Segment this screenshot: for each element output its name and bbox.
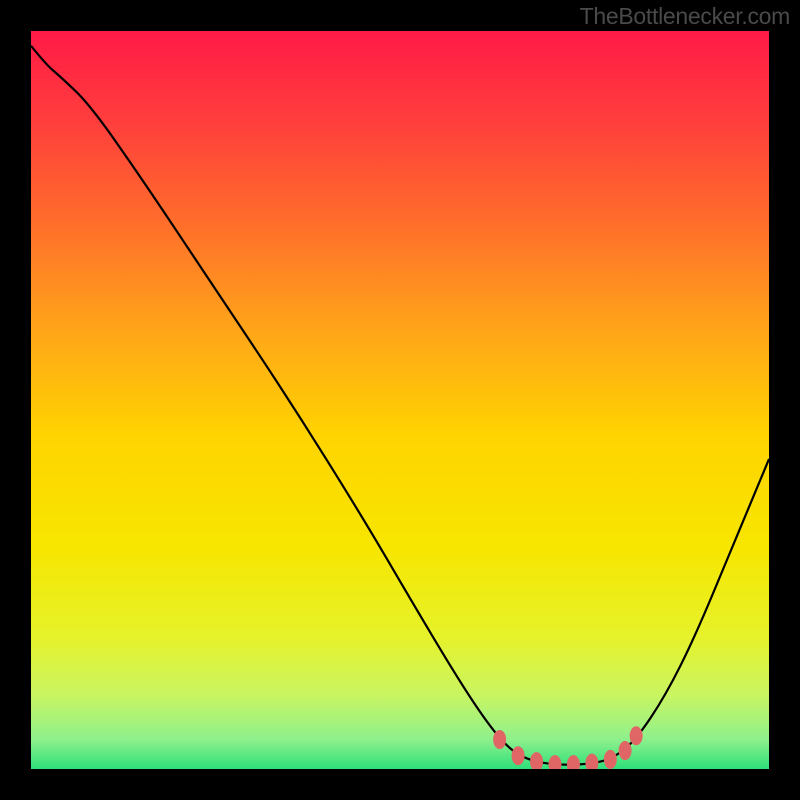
plot-area [31, 31, 769, 769]
marker-dot [619, 741, 632, 760]
marker-dot [512, 746, 525, 765]
watermark-text: TheBottlenecker.com [580, 3, 790, 30]
marker-dot [630, 726, 643, 745]
gradient-background [31, 31, 769, 769]
chart-svg [31, 31, 769, 769]
chart-container: TheBottlenecker.com [0, 0, 800, 800]
marker-dot [493, 730, 506, 749]
marker-dot [604, 750, 617, 769]
